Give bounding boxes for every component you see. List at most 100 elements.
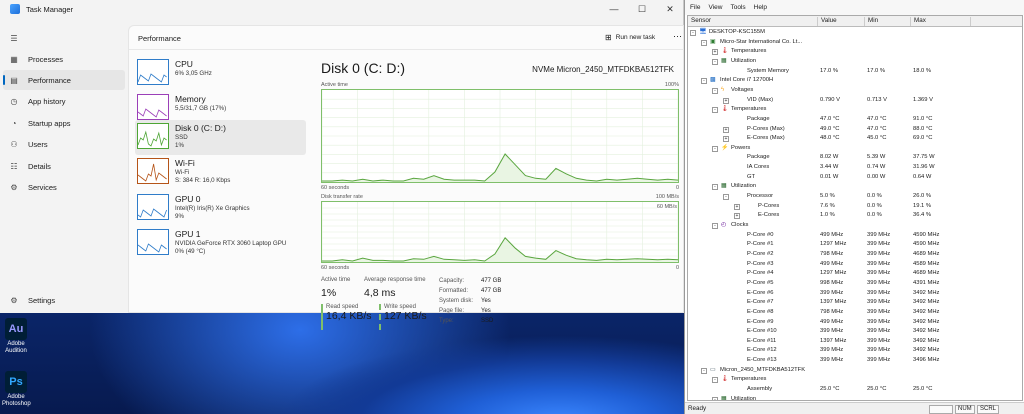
sensor-min: 0.74 W (867, 164, 886, 171)
nav-item-details[interactable]: ☷ Details (3, 156, 125, 176)
table-row[interactable]: GT 0.01 W 0.00 W 0.64 W (688, 173, 1022, 183)
collapse-icon[interactable]: - (712, 107, 718, 114)
nav-label: Processes (28, 54, 64, 64)
sensor-max: 3492 MHz (913, 318, 940, 325)
expand-icon[interactable]: + (734, 203, 740, 210)
table-row[interactable]: - ▦ Utilization (688, 57, 1022, 67)
collapse-icon[interactable]: - (712, 145, 718, 152)
collapse-icon[interactable]: - (712, 223, 718, 229)
expand-icon[interactable]: + (734, 213, 740, 220)
column-min[interactable]: Min (865, 17, 911, 26)
active-time-label: Active time (321, 277, 351, 283)
title-bar[interactable]: Task Manager — ☐ ✕ (0, 0, 684, 18)
table-row[interactable]: + P-Cores 7.6 % 0.0 % 19.1 % (688, 202, 1022, 212)
menu-help[interactable]: Help (754, 4, 767, 11)
sensor-value: 399 MHz (820, 289, 844, 296)
nav-item-app-history[interactable]: ◷ App history (3, 91, 125, 111)
table-row[interactable]: P-Core #1 1297 MHz 399 MHz 4590 MHz (688, 240, 1022, 250)
table-row[interactable]: IA Cores 3.44 W 0.74 W 31.96 W (688, 163, 1022, 173)
sensor-value: 499 MHz (820, 260, 844, 267)
table-row[interactable]: + VID (Max) 0.790 V 0.713 V 1.369 V (688, 96, 1022, 106)
collapse-icon[interactable]: - (712, 396, 718, 400)
table-row[interactable]: E-Core #11 1397 MHz 399 MHz 3492 MHz (688, 337, 1022, 347)
nav-item-performance[interactable]: ▤ Performance (3, 70, 125, 90)
table-row[interactable]: E-Core #6 399 MHz 399 MHz 3492 MHz (688, 289, 1022, 299)
column-value[interactable]: Value (818, 17, 865, 26)
property-key: Type: (439, 318, 454, 324)
table-row[interactable]: - 🌡 Temperatures (688, 375, 1022, 385)
table-row[interactable]: P-Core #4 1297 MHz 399 MHz 4689 MHz (688, 269, 1022, 279)
table-row[interactable]: E-Core #9 499 MHz 399 MHz 3492 MHz (688, 318, 1022, 328)
collapse-icon[interactable]: - (690, 30, 696, 36)
resource-item[interactable]: Wi-Fi Wi-Fi S: 384 R: 16,0 Kbps (135, 155, 306, 190)
resource-item[interactable]: Disk 0 (C: D:) SSD 1% (135, 120, 306, 155)
resource-thumbnail (137, 229, 169, 255)
menu-tools[interactable]: Tools (730, 4, 745, 11)
table-row[interactable]: E-Core #7 1397 MHz 399 MHz 3492 MHz (688, 298, 1022, 308)
more-options-button[interactable]: ⋯ (673, 31, 682, 42)
table-row[interactable]: - Processor 5.0 % 0.0 % 26.0 % (688, 192, 1022, 202)
table-row[interactable]: - ◴ Clocks (688, 221, 1022, 231)
nav-item-services[interactable]: ⚙ Services (3, 177, 125, 197)
property-value: 477 GB (481, 278, 502, 284)
collapse-icon[interactable]: - (712, 87, 718, 94)
table-row[interactable]: P-Core #5 998 MHz 399 MHz 4391 MHz (688, 279, 1022, 289)
table-row[interactable]: E-Core #10 399 MHz 399 MHz 3492 MHz (688, 327, 1022, 337)
desktop-icon-audition[interactable]: Au Adobe Audition (2, 318, 30, 355)
table-row[interactable]: - ⚡ Powers (688, 144, 1022, 154)
table-row[interactable]: + 🌡 Temperatures (688, 47, 1022, 57)
collapse-icon[interactable]: - (701, 39, 707, 46)
sensor-name: Package (747, 154, 770, 161)
desktop-icon-photoshop[interactable]: Ps Adobe Photoshop (2, 371, 31, 408)
expand-icon[interactable]: + (723, 136, 729, 143)
nav-item-settings[interactable]: ⚙ Settings (3, 290, 125, 310)
expand-icon[interactable]: + (723, 126, 729, 133)
table-row[interactable]: E-Core #12 399 MHz 399 MHz 3492 MHz (688, 346, 1022, 356)
menu-view[interactable]: View (708, 4, 722, 11)
collapse-icon[interactable]: - (712, 184, 718, 191)
column-sensor[interactable]: Sensor (688, 17, 818, 26)
table-row[interactable]: E-Core #8 798 MHz 399 MHz 3492 MHz (688, 308, 1022, 318)
table-row[interactable]: - ▭ Micron_2450_MTFDKBA512TFK (688, 366, 1022, 376)
hamburger-menu-button[interactable]: ☰ (3, 28, 27, 48)
collapse-icon[interactable]: - (723, 194, 729, 201)
nav-item-users[interactable]: ⚇ Users (3, 134, 125, 154)
table-row[interactable]: + E-Cores 1.0 % 0.0 % 36.4 % (688, 211, 1022, 221)
expand-icon[interactable]: + (712, 49, 718, 56)
column-max[interactable]: Max (911, 17, 971, 26)
collapse-icon[interactable]: - (701, 367, 707, 374)
minimize-button[interactable]: — (600, 0, 628, 18)
table-row[interactable]: - ▦ Utilization (688, 182, 1022, 192)
table-row[interactable]: - ▣ Micro-Star International Co. Lt... (688, 38, 1022, 48)
table-row[interactable]: + P-Cores (Max) 49.0 °C 47.0 °C 88.0 °C (688, 125, 1022, 135)
maximize-button[interactable]: ☐ (628, 0, 656, 18)
resource-item[interactable]: GPU 1 NVIDIA GeForce RTX 3060 Laptop GPU 0… (135, 226, 306, 261)
table-row[interactable]: + E-Cores (Max) 48.0 °C 45.0 °C 69.0 °C (688, 134, 1022, 144)
close-button[interactable]: ✕ (656, 0, 684, 18)
nav-item-processes[interactable]: ▦ Processes (3, 49, 125, 69)
expand-icon[interactable]: + (723, 97, 729, 104)
run-new-task-button[interactable]: ⊞ Run new task (605, 33, 655, 42)
table-row[interactable]: Assembly 25.0 °C 25.0 °C 25.0 °C (688, 385, 1022, 395)
menu-file[interactable]: File (690, 4, 700, 11)
table-row[interactable]: Package 8.02 W 5.39 W 37.75 W (688, 153, 1022, 163)
table-row[interactable]: - ϟ Voltages (688, 86, 1022, 96)
table-row[interactable]: - ▩ Intel Core i7 12700H (688, 76, 1022, 86)
table-row[interactable]: P-Core #2 798 MHz 399 MHz 4689 MHz (688, 250, 1022, 260)
collapse-icon[interactable]: - (701, 78, 707, 85)
table-row[interactable]: - ▦ Utilization (688, 395, 1022, 400)
table-row[interactable]: E-Core #13 399 MHz 399 MHz 3496 MHz (688, 356, 1022, 366)
table-row[interactable]: P-Core #3 499 MHz 399 MHz 4589 MHz (688, 260, 1022, 270)
property-key: System disk: (439, 298, 474, 304)
table-row[interactable]: P-Core #0 499 MHz 399 MHz 4590 MHz (688, 231, 1022, 241)
property-key: Capacity: (439, 278, 465, 284)
resource-item[interactable]: CPU 6% 3,05 GHz (135, 56, 306, 91)
table-row[interactable]: - 🖥 DESKTOP-KSC155M (688, 28, 1022, 38)
resource-item[interactable]: GPU 0 Intel(R) Iris(R) Xe Graphics 9% (135, 191, 306, 226)
nav-item-startup-apps[interactable]: ◔ Startup apps (3, 113, 125, 133)
table-row[interactable]: - 🌡 Temperatures (688, 105, 1022, 115)
collapse-icon[interactable]: - (712, 58, 718, 65)
table-row[interactable]: Package 47.0 °C 47.0 °C 91.0 °C (688, 115, 1022, 125)
table-row[interactable]: System Memory 17.0 % 17.0 % 18.0 % (688, 67, 1022, 77)
collapse-icon[interactable]: - (712, 377, 718, 384)
